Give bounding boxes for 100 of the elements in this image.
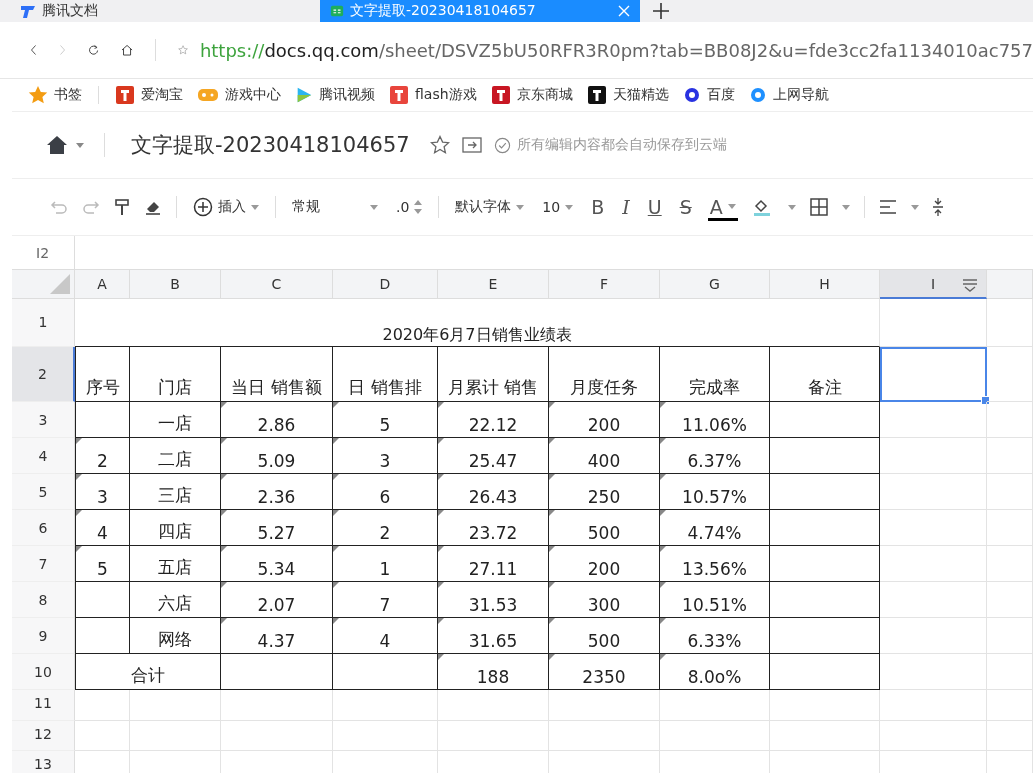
column-header[interactable]: D (333, 270, 438, 299)
bookmark-item[interactable]: 腾讯视频 (295, 86, 375, 104)
table-cell: 月累计 销售 (438, 347, 549, 402)
caret-icon[interactable] (76, 142, 84, 148)
table-cell: 5 (75, 546, 130, 582)
bookmark-item[interactable]: 天猫精选 (586, 85, 669, 105)
url-text[interactable]: https://docs.qq.com/sheet/DSVZ5bU50RFR3R0pm?tab=BB08J2&u=fde3cc2fa1134010ac757 (199, 39, 1033, 61)
empty-cell (987, 618, 1033, 654)
table-cell: 5.09 (221, 438, 333, 474)
column-header[interactable]: A (75, 270, 130, 299)
table-cell: 5 (333, 402, 438, 438)
paint-roller-icon[interactable] (114, 198, 130, 216)
row-header[interactable]: 4 (12, 438, 75, 474)
bookmark-item[interactable]: 爱淘宝 (115, 85, 183, 105)
star-icon[interactable] (429, 135, 450, 155)
table-cell: 31.53 (438, 582, 549, 618)
row-header[interactable]: 2 (12, 347, 75, 402)
save-status: 所有编辑内容都会自动保存到云端 (516, 136, 727, 154)
empty-cell (987, 402, 1033, 438)
table-cell: 4.74% (660, 510, 770, 546)
table-cell: 1 (333, 546, 438, 582)
row-header[interactable]: 5 (12, 474, 75, 510)
table-cell: 备注 (770, 347, 880, 402)
row-header[interactable]: 12 (12, 721, 75, 751)
number-format-dropdown[interactable]: 常规 (290, 196, 380, 218)
star-icon (28, 85, 48, 105)
table-cell: 2 (333, 510, 438, 546)
name-box[interactable]: I2 (12, 236, 75, 269)
table-cell: 8.0o% (660, 654, 770, 690)
strike-button[interactable]: S (677, 194, 694, 220)
vertical-align-icon[interactable] (932, 197, 943, 217)
table-cell: 6 (333, 474, 438, 510)
bold-button[interactable]: B (589, 194, 607, 220)
plus-icon (193, 197, 213, 217)
bookmark-item[interactable]: 上网导航 (748, 86, 829, 104)
table-cell: 10.51% (660, 582, 770, 618)
gamepad-icon (197, 87, 219, 103)
table-cell: 10.57% (660, 474, 770, 510)
bookmark-item[interactable]: 游戏中心 (197, 86, 281, 104)
bookmark-item[interactable]: flash游戏 (389, 85, 477, 105)
table-cell: 3 (333, 438, 438, 474)
align-icon[interactable] (878, 200, 897, 214)
row-header[interactable]: 6 (12, 510, 75, 546)
move-to-folder-icon[interactable] (461, 136, 482, 154)
decimal-places-control[interactable]: .0 (394, 197, 425, 217)
table-cell: 4.37 (221, 618, 333, 654)
table-cell: 2 (75, 438, 130, 474)
column-header[interactable]: I (880, 270, 987, 299)
empty-cell (987, 438, 1033, 474)
italic-button[interactable]: I (620, 194, 632, 220)
ring-icon (748, 86, 767, 104)
row-header[interactable]: 11 (12, 690, 75, 721)
row-header[interactable]: 10 (12, 654, 75, 690)
column-header[interactable]: E (438, 270, 549, 299)
font-size-dropdown[interactable]: 10 (540, 197, 576, 217)
row-header[interactable]: 1 (12, 299, 75, 347)
row-header[interactable]: 8 (12, 582, 75, 618)
sheet-icon (330, 4, 344, 18)
row-header[interactable]: 9 (12, 618, 75, 654)
bookmark-item[interactable]: 书签 (28, 85, 82, 105)
font-dropdown[interactable]: 默认字体 (453, 196, 527, 218)
table-cell: 7 (333, 582, 438, 618)
table-cell: 2.86 (221, 402, 333, 438)
empty-cell (987, 347, 1033, 402)
table-cell: 一店 (130, 402, 221, 438)
home-icon[interactable] (46, 135, 68, 155)
empty-cell (987, 546, 1033, 582)
column-header[interactable]: C (221, 270, 333, 299)
table-cell: 31.65 (438, 618, 549, 654)
document-title[interactable]: 文字提取-20230418104657 (131, 131, 410, 159)
table-cell: 300 (549, 582, 660, 618)
table-cell: 4 (75, 510, 130, 546)
bookmark-item[interactable]: 京东商城 (490, 85, 573, 105)
check-circle-icon (493, 136, 511, 154)
browser-tab[interactable]: 腾讯文档 (10, 0, 320, 22)
row-header[interactable]: 13 (12, 751, 75, 773)
column-header[interactable]: F (549, 270, 660, 299)
column-header[interactable]: H (770, 270, 880, 299)
borders-icon[interactable] (809, 198, 828, 216)
selected-cell[interactable] (880, 347, 987, 402)
spinner-icon[interactable] (414, 199, 423, 215)
underline-button[interactable]: U (645, 194, 664, 220)
row-header[interactable]: 3 (12, 402, 75, 438)
empty-cell (987, 721, 1033, 751)
color-button[interactable]: A (707, 193, 738, 221)
table-cell: 完成率 (660, 347, 770, 402)
table-cell: 200 (549, 546, 660, 582)
row-header[interactable]: 7 (12, 546, 75, 582)
bookmark-item[interactable]: 百度 (682, 86, 735, 104)
table-cell: 六店 (130, 582, 221, 618)
column-header[interactable]: G (660, 270, 770, 299)
column-header[interactable]: B (130, 270, 221, 299)
filter-icon[interactable] (962, 278, 978, 292)
table-cell: 2.36 (221, 474, 333, 510)
table-cell: 2020年6月7日销售业绩表 (75, 299, 880, 347)
square-logo-icon (389, 85, 409, 105)
close-icon[interactable] (618, 5, 630, 17)
new-tab-icon[interactable] (652, 2, 670, 20)
table-cell: 月度任务 (549, 347, 660, 402)
insert-button[interactable]: 插入 (191, 195, 261, 219)
